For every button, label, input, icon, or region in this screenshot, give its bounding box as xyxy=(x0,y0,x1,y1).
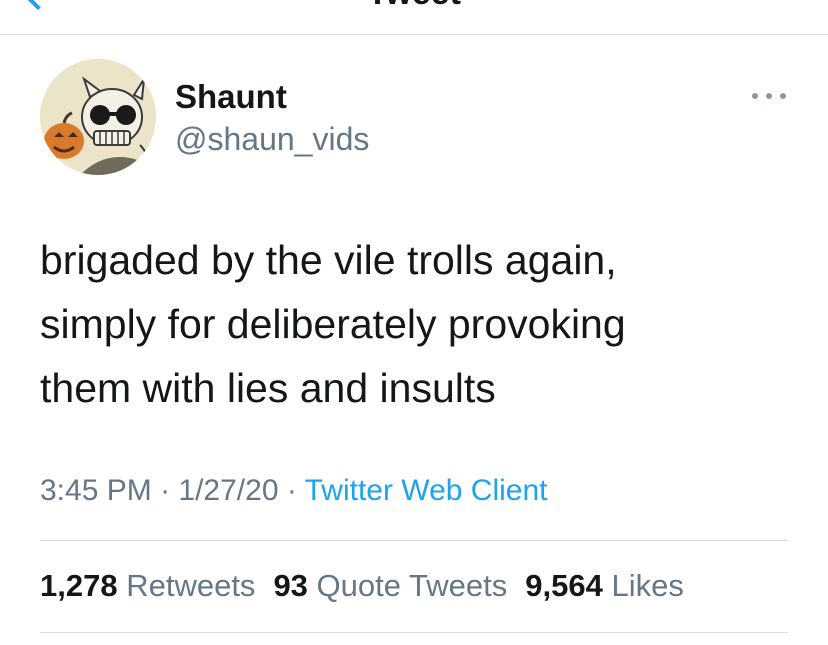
retweets-count: 1,278 xyxy=(40,568,118,603)
tweet-line: simply for deliberately provoking xyxy=(40,301,626,347)
separator: · xyxy=(278,474,305,507)
tweet-date: 1/27/20 xyxy=(178,474,279,507)
quote-tweets-label: Quote Tweets xyxy=(316,568,508,603)
tweet-line: brigaded by the vile trolls again, xyxy=(40,237,617,283)
quote-tweets-stat[interactable]: 93 Quote Tweets xyxy=(273,568,507,603)
separator: · xyxy=(151,474,179,507)
tweet-line: them with lies and insults xyxy=(40,365,496,411)
likes-stat[interactable]: 9,564 Likes xyxy=(525,568,684,603)
quote-tweets-count: 93 xyxy=(273,568,308,603)
more-horizontal-icon[interactable] xyxy=(752,86,786,106)
dot xyxy=(780,93,786,99)
dot xyxy=(766,93,772,99)
nav-title: Tweet xyxy=(0,0,828,13)
dot xyxy=(752,93,758,99)
tweet-time: 3:45 PM xyxy=(40,474,152,507)
retweets-label: Retweets xyxy=(126,568,256,603)
likes-label: Likes xyxy=(611,568,684,603)
engagement-stats: 1,278 Retweets 93 Quote Tweets 9,564 Likes xyxy=(40,568,684,604)
display-name[interactable]: Shaunt xyxy=(175,78,287,116)
tweet-detail-screen: Tweet Shaunt @shaun_vids xyxy=(0,0,828,645)
nav-bar: Tweet xyxy=(0,0,828,35)
retweets-stat[interactable]: 1,278 Retweets xyxy=(40,568,255,603)
avatar[interactable] xyxy=(40,59,156,175)
divider xyxy=(40,632,788,633)
likes-count: 9,564 xyxy=(525,568,603,603)
tweet-text: brigaded by the vile trolls again, simpl… xyxy=(40,228,800,420)
tweet-meta: 3:45 PM · 1/27/20 · Twitter Web Client xyxy=(40,474,547,508)
handle[interactable]: @shaun_vids xyxy=(175,121,369,158)
avatar-illustration xyxy=(40,59,156,175)
divider xyxy=(40,540,788,541)
tweet-source-link[interactable]: Twitter Web Client xyxy=(305,474,548,507)
